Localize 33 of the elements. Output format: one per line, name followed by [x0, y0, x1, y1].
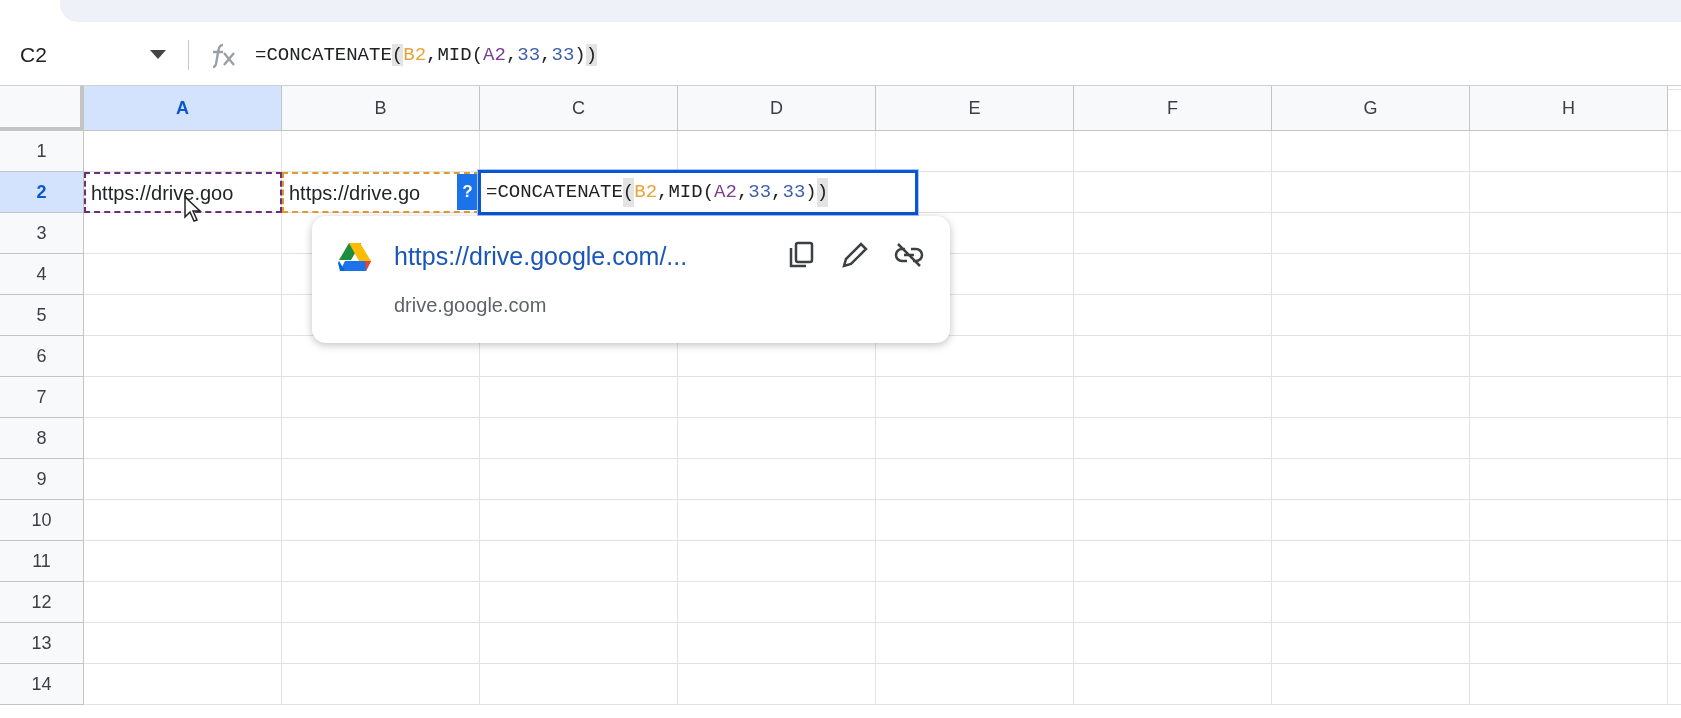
column-header[interactable]: H — [1470, 86, 1668, 131]
column-header[interactable]: D — [678, 86, 876, 131]
row-header[interactable]: 1 — [0, 131, 84, 172]
column-header[interactable]: A — [84, 86, 282, 131]
row-header[interactable]: 13 — [0, 623, 84, 664]
cell-editor[interactable]: =CONCATENATE(B2,MID(A2,33,33)) — [478, 170, 918, 215]
drive-triangle-icon — [338, 242, 372, 272]
link-domain: drive.google.com — [394, 292, 548, 318]
pencil-icon[interactable] — [840, 240, 870, 270]
cell-link[interactable]: https://drive.goo — [91, 177, 234, 208]
formula-input[interactable]: =CONCATENATE(B2,MID(A2,33,33)) — [255, 40, 598, 70]
row-header[interactable]: 10 — [0, 500, 84, 541]
row-header[interactable]: 14 — [0, 664, 84, 705]
cell-link[interactable]: https://drive.go — [289, 177, 421, 208]
row-header[interactable]: 11 — [0, 541, 84, 582]
row-header[interactable]: 6 — [0, 336, 84, 377]
link-url[interactable]: https://drive.google.com/... — [394, 238, 786, 276]
row-header[interactable]: 7 — [0, 377, 84, 418]
column-header[interactable]: E — [876, 86, 1074, 131]
row-header[interactable]: 12 — [0, 582, 84, 623]
row-header[interactable]: 5 — [0, 295, 84, 336]
column-header[interactable]: F — [1074, 86, 1272, 131]
row-header[interactable]: 4 — [0, 254, 84, 295]
column-header[interactable]: C — [480, 86, 678, 131]
dropdown-caret-icon[interactable] — [150, 50, 166, 60]
row-header[interactable]: 2 — [0, 172, 84, 213]
row-header[interactable]: 3 — [0, 213, 84, 254]
formula-help-tooltip[interactable]: ? — [457, 174, 478, 210]
row-header[interactable]: 8 — [0, 418, 84, 459]
column-header[interactable]: B — [282, 86, 480, 131]
name-box[interactable]: C2 — [0, 39, 150, 71]
column-header[interactable]: G — [1272, 86, 1470, 131]
row-header[interactable]: 9 — [0, 459, 84, 500]
